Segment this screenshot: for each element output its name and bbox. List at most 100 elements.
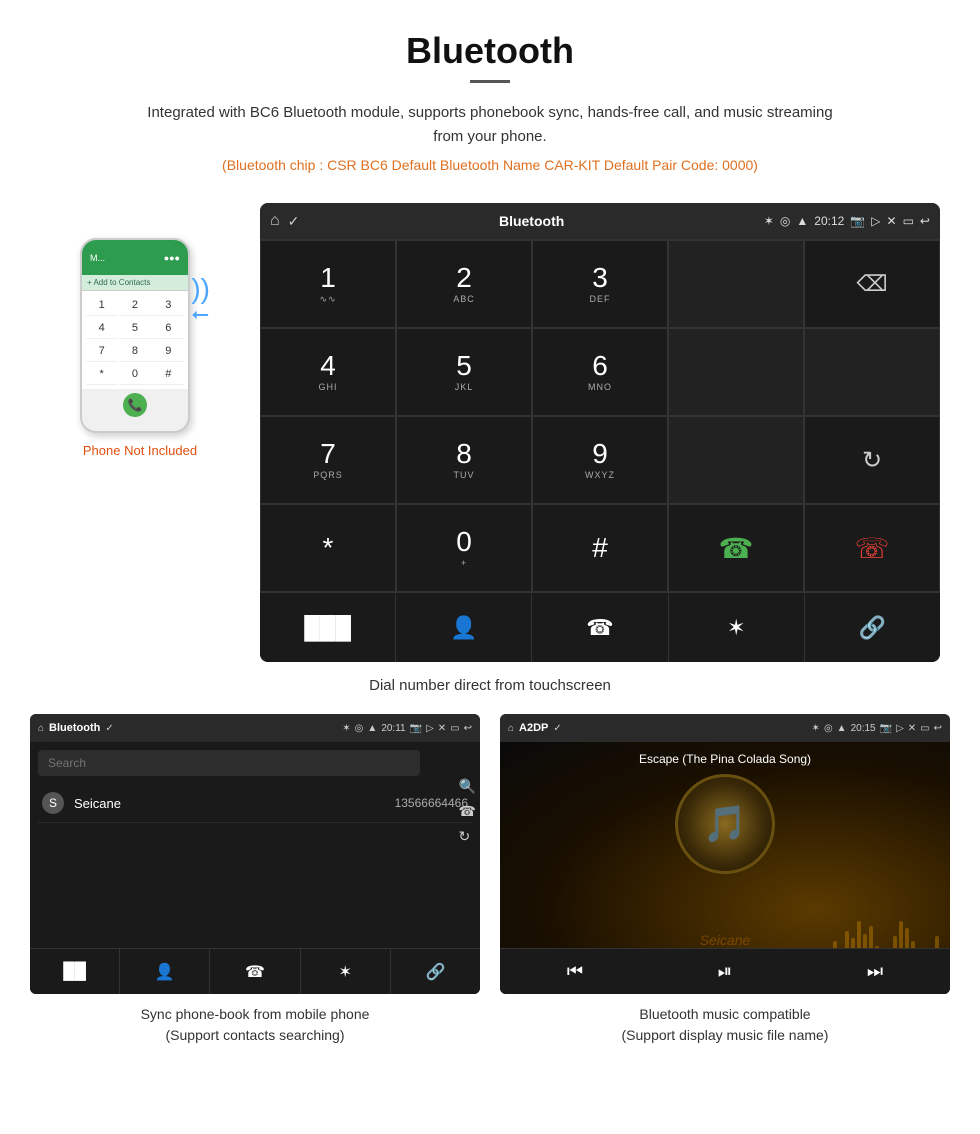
location-icon: ◎ (780, 214, 790, 228)
dial-4[interactable]: 4GHI (260, 328, 396, 416)
empty-3 (668, 416, 804, 504)
link-mini-button[interactable]: 🔗 (391, 949, 480, 994)
camera-icon: 📷 (850, 214, 865, 228)
music-topbar-left: ⌂ A2DP ✓ (508, 722, 562, 734)
sync-sidebar-icon[interactable]: ↻ (459, 828, 476, 845)
song-title: Escape (The Pina Colada Song) (639, 752, 811, 766)
dial-hash[interactable]: # (532, 504, 668, 592)
phonebook-bottom-bar: ██ 👤 ☎ ✶ 🔗 (30, 948, 480, 994)
phone-call-button: 📞 (123, 393, 147, 417)
phone-wrapper: M... ●●● + Add to Contacts 1 2 3 4 5 6 7… (80, 233, 200, 433)
phonebook-topbar-left: ⌂ Bluetooth ✓ (38, 722, 114, 734)
music-caption: Bluetooth music compatible (Support disp… (622, 1004, 829, 1046)
top-section: M... ●●● + Add to Contacts 1 2 3 4 5 6 7… (0, 203, 980, 662)
home-icon-music: ⌂ (508, 723, 514, 734)
bluetooth-button[interactable]: ✶ (669, 593, 805, 662)
bluetooth-signal-icon: )) ⭠ (191, 273, 210, 327)
dial-5[interactable]: 5JKL (396, 328, 532, 416)
car-bottom-bar: ███ 👤 ☎ ✶ 🔗 (260, 592, 940, 662)
refresh-icon: ↻ (862, 446, 882, 475)
grid-view-button[interactable]: ███ (260, 593, 396, 662)
signal-icon: ▲ (796, 214, 808, 228)
refresh-button[interactable]: ↻ (804, 416, 940, 504)
dial-2[interactable]: 2ABC (396, 240, 532, 328)
search-input[interactable] (38, 750, 420, 776)
next-button[interactable]: ⏭ (800, 961, 950, 982)
volume-icon: ▷ (871, 214, 880, 228)
usb-icon-mini: ✓ (105, 723, 113, 734)
phonebook-topbar-right: ✶ ◎ ▲ 20:11 📷 ▷ ✕ ▭ ↩ (342, 723, 472, 734)
car-topbar-left: ⌂ ✓ (270, 212, 299, 230)
phonebook-content: S Seicane 13566664466 🔍 ☎ ↻ (30, 742, 480, 831)
backspace-button[interactable]: ⌫ (804, 240, 940, 328)
music-note-icon: 🎵 (703, 803, 748, 845)
contact-row[interactable]: S Seicane 13566664466 (38, 784, 472, 823)
call-green-icon: ☎ (719, 532, 754, 565)
search-sidebar-icon[interactable]: 🔍 (459, 778, 476, 795)
music-topbar: ⌂ A2DP ✓ ✶ ◎ ▲ 20:15 📷 ▷ ✕ ▭ ↩ (500, 714, 950, 742)
empty-2 (804, 328, 940, 416)
dial-8[interactable]: 8TUV (396, 416, 532, 504)
bluetooth-status-icon: ✶ (764, 214, 774, 228)
home-icon[interactable]: ⌂ (270, 212, 280, 230)
time-display: 20:12 (814, 214, 844, 228)
phonebook-title: Bluetooth (49, 722, 100, 734)
contact-letter: S (42, 792, 64, 814)
call-button[interactable]: ☎ (668, 504, 804, 592)
phonebook-topbar: ⌂ Bluetooth ✓ ✶ ◎ ▲ 20:11 📷 ▷ ✕ ▭ ↩ (30, 714, 480, 742)
dial-caption: Dial number direct from touchscreen (0, 677, 980, 694)
page-title: Bluetooth (20, 30, 960, 72)
phone-screen: M... ●●● (82, 240, 188, 275)
call-sidebar-icon[interactable]: ☎ (459, 803, 476, 820)
close-icon[interactable]: ✕ (887, 214, 897, 228)
music-title-bar: A2DP (519, 722, 548, 734)
car-dialpad-screen: ⌂ ✓ Bluetooth ✶ ◎ ▲ 20:12 📷 ▷ ✕ ▭ ↩ 1∿∿ … (260, 203, 940, 662)
phone-mini-button[interactable]: ☎ (210, 949, 300, 994)
dial-display (668, 240, 804, 328)
link-button[interactable]: 🔗 (805, 593, 940, 662)
call-red-icon: ☏ (854, 532, 889, 565)
bottom-section: ⌂ Bluetooth ✓ ✶ ◎ ▲ 20:11 📷 ▷ ✕ ▭ ↩ (0, 714, 980, 1046)
contact-number: 13566664466 (395, 796, 468, 810)
car-topbar-right: ✶ ◎ ▲ 20:12 📷 ▷ ✕ ▭ ↩ (764, 214, 930, 228)
dial-7[interactable]: 7PQRS (260, 416, 396, 504)
phonebook-panel: ⌂ Bluetooth ✓ ✶ ◎ ▲ 20:11 📷 ▷ ✕ ▭ ↩ (30, 714, 480, 1046)
album-art: 🎵 (675, 774, 775, 874)
screen-icon: ▭ (903, 214, 914, 228)
car-topbar: ⌂ ✓ Bluetooth ✶ ◎ ▲ 20:12 📷 ▷ ✕ ▭ ↩ (260, 203, 940, 239)
contact-mini-button[interactable]: 👤 (120, 949, 210, 994)
music-panel: ⌂ A2DP ✓ ✶ ◎ ▲ 20:15 📷 ▷ ✕ ▭ ↩ (500, 714, 950, 1046)
car-screen-title: Bluetooth (499, 213, 564, 229)
bluetooth-specs: (Bluetooth chip : CSR BC6 Default Blueto… (20, 157, 960, 173)
page-description: Integrated with BC6 Bluetooth module, su… (140, 101, 840, 149)
dial-6[interactable]: 6MNO (532, 328, 668, 416)
phone-dial-grid: 1 2 3 4 5 6 7 8 9 * 0 # (82, 291, 188, 389)
phone-not-included-label: Phone Not Included (83, 443, 197, 458)
grid-mini-button[interactable]: ██ (30, 949, 120, 994)
music-controls: ⏮ ⏯ ⏭ (500, 948, 950, 994)
phone-button[interactable]: ☎ (532, 593, 668, 662)
empty-1 (668, 328, 804, 416)
prev-button[interactable]: ⏮ (500, 961, 650, 982)
music-topbar-right: ✶ ◎ ▲ 20:15 📷 ▷ ✕ ▭ ↩ (812, 723, 942, 734)
contact-name: Seicane (74, 796, 385, 811)
dial-9[interactable]: 9WXYZ (532, 416, 668, 504)
phone-section: M... ●●● + Add to Contacts 1 2 3 4 5 6 7… (40, 203, 240, 458)
back-icon[interactable]: ↩ (920, 214, 930, 228)
dial-0[interactable]: 0+ (396, 504, 532, 592)
end-call-button[interactable]: ☏ (804, 504, 940, 592)
contacts-button[interactable]: 👤 (396, 593, 532, 662)
dial-3[interactable]: 3DEF (532, 240, 668, 328)
phonebook-sidebar: 🔍 ☎ ↻ (459, 778, 476, 845)
music-screen: ⌂ A2DP ✓ ✶ ◎ ▲ 20:15 📷 ▷ ✕ ▭ ↩ (500, 714, 950, 994)
home-icon-mini: ⌂ (38, 723, 44, 734)
dialpad: 1∿∿ 2ABC 3DEF ⌫ 4GHI 5JKL 6MNO 7PQRS 8TU… (260, 239, 940, 592)
backspace-icon: ⌫ (856, 271, 887, 297)
phonebook-screen: ⌂ Bluetooth ✓ ✶ ◎ ▲ 20:11 📷 ▷ ✕ ▭ ↩ (30, 714, 480, 994)
usb-icon: ✓ (288, 213, 300, 230)
page-header: Bluetooth Integrated with BC6 Bluetooth … (0, 0, 980, 203)
dial-star[interactable]: * (260, 504, 396, 592)
dial-1[interactable]: 1∿∿ (260, 240, 396, 328)
play-pause-button[interactable]: ⏯ (650, 961, 800, 982)
bluetooth-mini-button[interactable]: ✶ (301, 949, 391, 994)
